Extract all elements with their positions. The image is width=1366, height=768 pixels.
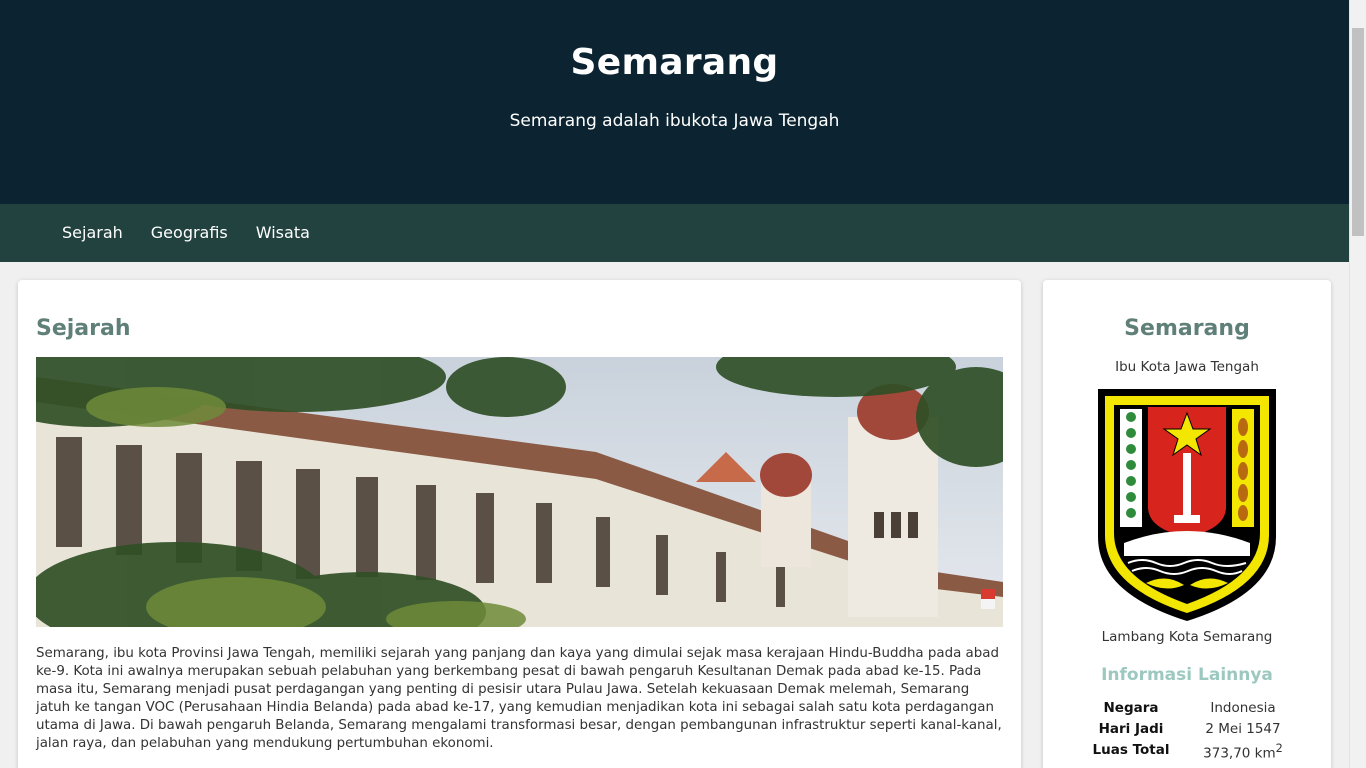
page: Semarang Semarang adalah ibukota Jawa Te… [0,0,1349,768]
nav-link-wisata[interactable]: Wisata [242,204,324,262]
info-key: Luas Total [1092,742,1170,758]
area-value: 373,70 km [1203,745,1276,762]
infobox-title: Semarang [1124,316,1250,341]
nav-link-geografis[interactable]: Geografis [137,204,242,262]
main-nav: Sejarah Geografis Wisata [0,204,1349,262]
site-title: Semarang [570,42,779,83]
lawang-sewu-photo [36,357,1003,627]
info-value: Indonesia [1210,700,1276,716]
history-section: Sejarah Semarang, ibu kota Provinsi Jawa… [18,280,1021,768]
section-heading: Sejarah [36,316,131,341]
info-row: Negara Indonesia [1075,699,1299,720]
city-infobox: Semarang Ibu Kota Jawa Tengah Lambang Ko… [1043,280,1331,768]
info-key: Hari Jadi [1098,721,1164,737]
vertical-scrollbar[interactable] [1349,0,1366,768]
history-paragraph: Semarang, ibu kota Provinsi Jawa Tengah,… [36,646,1002,751]
info-heading: Informasi Lainnya [1101,665,1273,685]
info-value: 373,70 km2 [1187,741,1299,763]
semarang-coat-of-arms [1098,389,1276,621]
infobox-subtitle: Ibu Kota Jawa Tengah [1115,359,1259,375]
site-tagline: Semarang adalah ibukota Jawa Tengah [509,111,840,131]
info-table: Negara Indonesia Hari Jadi 2 Mei 1547 Lu… [1075,699,1299,763]
area-unit-exponent: 2 [1275,742,1283,755]
scrollbar-thumb[interactable] [1352,28,1364,236]
info-row: Hari Jadi 2 Mei 1547 [1075,720,1299,741]
nav-link-sejarah[interactable]: Sejarah [48,204,137,262]
info-row: Luas Total 373,70 km2 [1075,741,1299,763]
emblem-caption: Lambang Kota Semarang [1101,629,1273,645]
site-header: Semarang Semarang adalah ibukota Jawa Te… [0,0,1349,204]
info-key: Negara [1103,700,1159,716]
info-value: 2 Mei 1547 [1205,721,1281,737]
